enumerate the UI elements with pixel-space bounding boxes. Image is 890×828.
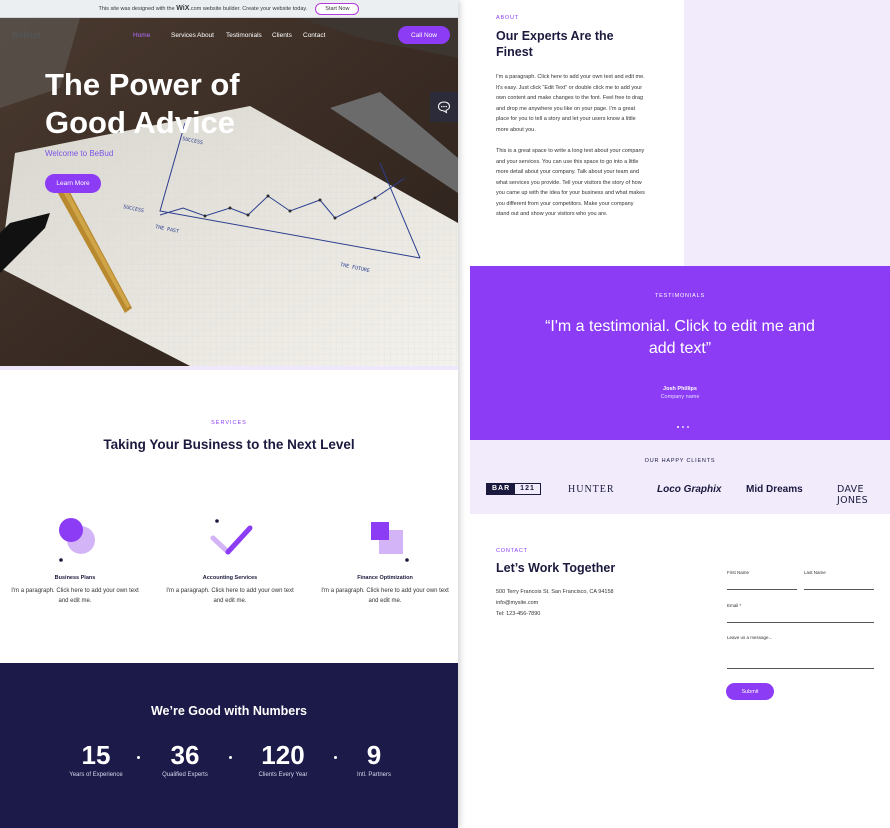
first-name-field[interactable] bbox=[727, 589, 797, 590]
contact-phone: Tel: 123-456-7890 bbox=[496, 611, 541, 617]
services-section: SERVICES Taking Your Business to the Nex… bbox=[0, 366, 458, 663]
testimonial-company: Company name bbox=[660, 394, 700, 400]
service-card-finance: Finance Optimization I'm a paragraph. Cl… bbox=[320, 516, 450, 606]
wix-banner: This site was designed with the WiX.com … bbox=[0, 0, 458, 18]
hero-title: The Power of Good Advice bbox=[45, 67, 240, 140]
contact-title: Let’s Work Together bbox=[496, 561, 616, 575]
client-logo-bar121: BAR 121 bbox=[486, 483, 541, 495]
submit-button[interactable]: Submit bbox=[726, 683, 774, 700]
services-title: Taking Your Business to the Next Level bbox=[103, 437, 355, 452]
contact-eyebrow: CONTACT bbox=[496, 548, 528, 554]
checkmark-icon bbox=[200, 516, 260, 566]
stat-value: 120 bbox=[261, 740, 305, 770]
services-eyebrow: SERVICES bbox=[211, 420, 247, 426]
overlapping-circles-icon bbox=[45, 516, 105, 566]
numbers-title: We’re Good with Numbers bbox=[150, 704, 308, 718]
right-page-panel: ABOUT Our Experts Are the Finest I'm a p… bbox=[470, 0, 890, 828]
site-logo[interactable]: BeBud bbox=[12, 30, 41, 40]
about-title: Our Experts Are the Finest bbox=[496, 29, 614, 59]
service-name: Accounting Services bbox=[202, 575, 258, 581]
wix-banner-text: This site was designed with the WiX.com … bbox=[99, 5, 308, 12]
client-logo-bar121-part2: 121 bbox=[520, 485, 535, 492]
slider-dot[interactable] bbox=[687, 426, 689, 428]
nav-item-testimonials[interactable]: Testimonials bbox=[226, 32, 262, 39]
first-name-label: First Name bbox=[727, 570, 750, 575]
top-navigation: BeBud Home Services About Testimonials C… bbox=[0, 26, 458, 46]
numbers-section: We’re Good with Numbers 15 Years of Expe… bbox=[0, 663, 458, 828]
contact-email[interactable]: info@mysite.com bbox=[496, 600, 538, 606]
call-now-button[interactable]: Call Now bbox=[398, 26, 450, 44]
stat-qualified-experts: 36 Qualified Experts bbox=[145, 739, 225, 778]
wix-brand-logo: WiX bbox=[176, 5, 190, 12]
left-page-panel: This site was designed with the WiX.com … bbox=[0, 0, 458, 828]
service-description: I'm a paragraph. Click here to add your … bbox=[166, 588, 294, 604]
slider-dot-active[interactable] bbox=[677, 426, 679, 428]
slider-dot[interactable] bbox=[682, 426, 684, 428]
clients-section: OUR HAPPY CLIENTS BAR 121 HUNTER Loco Gr… bbox=[470, 440, 890, 514]
nav-item-clients[interactable]: Clients bbox=[272, 32, 292, 39]
service-description: I'm a paragraph. Click here to add your … bbox=[11, 588, 139, 604]
about-section: ABOUT Our Experts Are the Finest I'm a p… bbox=[470, 0, 890, 266]
stat-separator bbox=[229, 756, 232, 759]
nav-item-home[interactable]: Home bbox=[133, 32, 150, 39]
wix-banner-text-after: .com website builder. Create your websit… bbox=[189, 6, 308, 12]
contact-section: CONTACT Let’s Work Together 500 Terry Fr… bbox=[470, 514, 890, 828]
nav-item-about[interactable]: About bbox=[197, 32, 214, 39]
hero-subtitle: Welcome to BeBud bbox=[45, 149, 114, 158]
stat-value: 15 bbox=[81, 740, 111, 770]
stat-clients-every-year: 120 Clients Every Year bbox=[243, 739, 323, 778]
contact-address: 500 Terry Francois St. San Francisco, CA… bbox=[496, 589, 614, 595]
about-paragraph-2: This is a great space to write a long te… bbox=[496, 148, 645, 217]
wix-banner-text-before: This site was designed with the bbox=[98, 6, 175, 12]
message-field[interactable] bbox=[727, 668, 874, 669]
service-card-business-plans: Business Plans I'm a paragraph. Click he… bbox=[10, 516, 140, 606]
client-logo-mid-dreams: Mid Dreams bbox=[746, 484, 803, 495]
testimonial-quote: “I'm a testimonial. Click to edit me and… bbox=[545, 318, 815, 357]
testimonials-section: TESTIMONIALS “I'm a testimonial. Click t… bbox=[470, 266, 890, 440]
about-paragraph-1: I'm a paragraph. Click here to add your … bbox=[496, 74, 645, 133]
message-label: Leave us a message... bbox=[727, 635, 773, 640]
stat-years-experience: 15 Years of Experience bbox=[56, 739, 136, 778]
start-now-button[interactable]: Start Now bbox=[315, 2, 360, 15]
stat-label: Intl. Partners bbox=[356, 772, 391, 778]
stat-separator bbox=[137, 756, 140, 759]
service-description: I'm a paragraph. Click here to add your … bbox=[321, 588, 449, 604]
chat-button[interactable] bbox=[430, 92, 458, 122]
client-logo-dave-jones: DAVE JONES bbox=[837, 484, 868, 506]
stat-label: Qualified Experts bbox=[162, 772, 208, 778]
service-name: Business Plans bbox=[54, 575, 96, 581]
testimonials-eyebrow: TESTIMONIALS bbox=[655, 293, 705, 299]
stat-label: Clients Every Year bbox=[258, 772, 308, 778]
overlapping-squares-icon bbox=[355, 516, 415, 566]
stat-value: 9 bbox=[366, 740, 382, 770]
stat-label: Years of Experience bbox=[69, 772, 123, 778]
stat-intl-partners: 9 Intl. Partners bbox=[334, 739, 414, 778]
client-logo-hunter: HUNTER bbox=[568, 484, 615, 495]
service-card-accounting: Accounting Services I'm a paragraph. Cli… bbox=[165, 516, 295, 606]
nav-item-services[interactable]: Services bbox=[171, 32, 196, 39]
about-eyebrow: ABOUT bbox=[496, 15, 519, 21]
last-name-label: Last Name bbox=[804, 570, 826, 575]
nav-item-contact[interactable]: Contact bbox=[303, 32, 325, 39]
chat-bubble-icon bbox=[437, 101, 451, 114]
email-field[interactable] bbox=[727, 622, 874, 623]
last-name-field[interactable] bbox=[804, 589, 874, 590]
testimonial-author: Josh Phillips bbox=[663, 386, 697, 392]
about-side-panel bbox=[684, 0, 890, 266]
email-label: Email * bbox=[727, 603, 742, 608]
hero-section: SUCCESS SUCCESS THE PAST THE FUTURE BeBu… bbox=[0, 18, 458, 366]
client-logo-bar121-part1: BAR bbox=[487, 484, 516, 494]
learn-more-button[interactable]: Learn More bbox=[45, 174, 101, 193]
service-name: Finance Optimization bbox=[357, 575, 413, 581]
client-logo-loco-graphix: Loco Graphix bbox=[657, 484, 722, 495]
stat-value: 36 bbox=[170, 740, 200, 770]
clients-eyebrow: OUR HAPPY CLIENTS bbox=[644, 458, 716, 464]
